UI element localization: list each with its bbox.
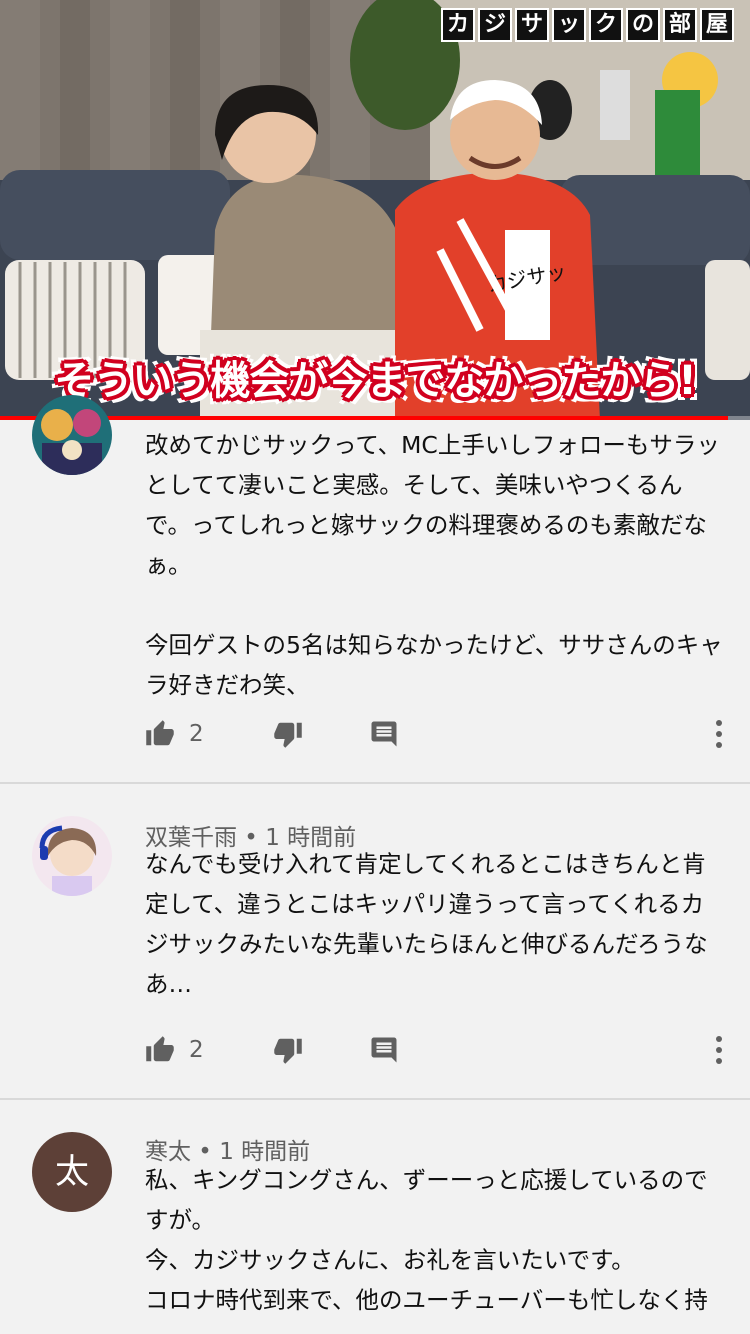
user-avatar[interactable] xyxy=(32,816,112,896)
comment-paragraph: 今回ゲストの5名は知らなかったけど、ササさんのキャラ好きだわ笑、 xyxy=(145,631,723,699)
comment-paragraph: なんでも受け入れて肯定してくれるとこはきちんと肯定して、違うとこはキッパリ違うっ… xyxy=(145,850,708,998)
comment-paragraph: コロナ時代到来で、他のユーチューバーも忙しなく持 xyxy=(145,1286,708,1314)
badge-char: カ xyxy=(441,8,475,42)
badge-char: ジ xyxy=(478,8,512,42)
like-button[interactable]: 2 xyxy=(145,714,204,754)
comment-divider xyxy=(0,1098,750,1100)
thumbs-up-icon xyxy=(146,720,174,746)
progress-bar[interactable] xyxy=(0,416,750,420)
comment-text: 改めてかじサックって、MC上手いしフォローもサラッとしてて凄いこと実感。そして、… xyxy=(145,425,725,705)
user-avatar-anime xyxy=(32,816,112,896)
badge-char: ッ xyxy=(552,8,586,42)
like-count: 2 xyxy=(189,721,204,747)
thumbs-down-icon xyxy=(274,722,302,748)
more-vertical-icon[interactable] xyxy=(713,1034,725,1066)
badge-char: ク xyxy=(589,8,623,42)
comment-text: 私、キングコングさん、ずーーっと応援しているのですが。 今、カジサックさんに、お… xyxy=(145,1160,725,1320)
like-count: 2 xyxy=(189,1037,204,1063)
badge-char: 屋 xyxy=(700,8,734,42)
user-avatar-letter[interactable]: 太 xyxy=(32,1132,112,1212)
like-button[interactable]: 2 xyxy=(145,1030,204,1070)
reply-button[interactable] xyxy=(369,714,399,754)
video-player[interactable]: カジサッ カ ジ サ ッ ク の 部 屋 そういう機会が今までなかったから! xyxy=(0,0,750,420)
comment-text: なんでも受け入れて肯定してくれるとこはきちんと肯定して、違うとこはキッパリ違うっ… xyxy=(145,844,725,1004)
comment-paragraph: 私、キングコングさん、ずーーっと応援しているのですが。 xyxy=(145,1166,708,1234)
user-avatar-illustration xyxy=(32,395,112,475)
badge-char: の xyxy=(626,8,660,42)
comment-actions: 2 xyxy=(145,1030,725,1070)
more-vertical-icon[interactable] xyxy=(713,718,725,750)
thumbs-down-icon xyxy=(274,1038,302,1064)
comment-divider xyxy=(0,782,750,784)
badge-char: 部 xyxy=(663,8,697,42)
video-caption: そういう機会が今までなかったから! xyxy=(54,358,696,404)
thumbs-up-icon xyxy=(146,1036,174,1062)
comment-paragraph: 今、カジサックさんに、お礼を言いたいです。 xyxy=(145,1246,635,1274)
badge-char: サ xyxy=(515,8,549,42)
comment-paragraph: 改めてかじサックって、MC上手いしフォローもサラッとしてて凄いこと実感。そして、… xyxy=(145,431,720,579)
reply-comment-icon xyxy=(371,721,397,747)
dislike-button[interactable] xyxy=(273,714,303,754)
comment-actions: 2 xyxy=(145,714,725,754)
user-avatar[interactable] xyxy=(32,395,112,475)
reply-comment-icon xyxy=(371,1037,397,1063)
channel-name-badge: カ ジ サ ッ ク の 部 屋 xyxy=(441,8,734,42)
reply-button[interactable] xyxy=(369,1030,399,1070)
dislike-button[interactable] xyxy=(273,1030,303,1070)
